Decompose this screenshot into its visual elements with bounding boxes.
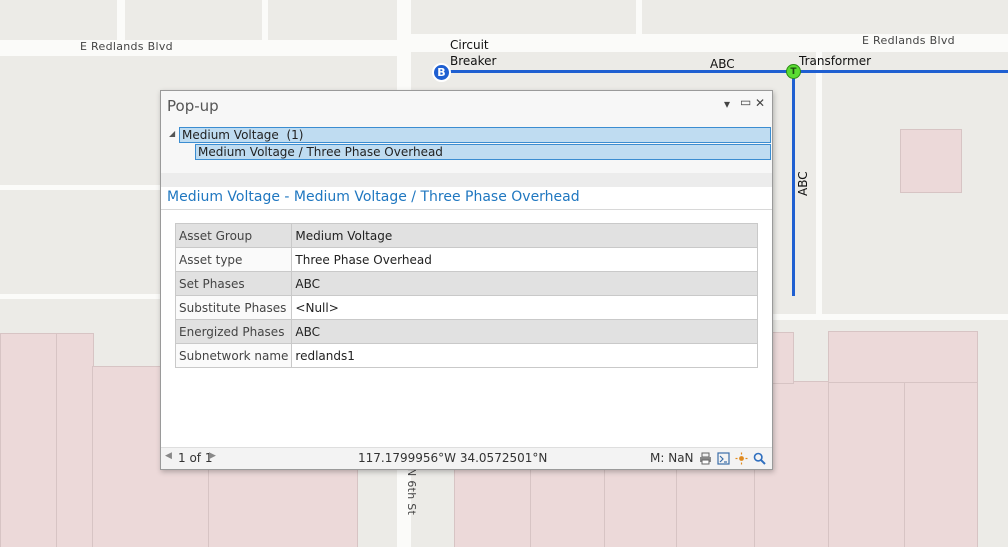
maximize-icon[interactable]: ▭ [740, 95, 751, 109]
popup-window: Pop-up ▾ ▭ ✕ ◢ Medium Voltage (1) Medium… [160, 90, 773, 470]
feature-title: Medium Voltage - Medium Voltage / Three … [167, 189, 580, 205]
medium-voltage-line[interactable] [792, 70, 795, 296]
field-value: ABC [291, 271, 758, 296]
parcel [904, 381, 978, 547]
parcel [828, 331, 978, 383]
circuit-breaker-icon[interactable]: B [432, 63, 451, 82]
field-value: <Null> [291, 295, 758, 320]
circuit-breaker-label: Circuit Breaker [450, 37, 496, 69]
title-divider [161, 209, 772, 210]
popup-title: Pop-up [167, 97, 219, 115]
road-minor [0, 185, 160, 190]
street-label: E Redlands Blvd [80, 40, 173, 53]
flash-feature-icon[interactable] [734, 451, 748, 465]
parcel [454, 466, 532, 547]
previous-arrow-icon[interactable]: ◀ [165, 451, 172, 461]
phase-label: ABC [796, 171, 810, 196]
parcel [900, 129, 962, 193]
next-arrow-icon[interactable]: ▶ [209, 451, 216, 461]
export-table-icon[interactable] [716, 451, 730, 465]
parcel [828, 381, 906, 547]
table-row: Substitute Phases <Null> [174, 295, 758, 320]
parcel [530, 466, 606, 547]
road-minor [262, 0, 268, 40]
m-value: M: NaN [650, 451, 694, 465]
table-row: Energized Phases ABC [174, 319, 758, 344]
field-value: ABC [291, 319, 758, 344]
zoom-to-icon[interactable] [752, 451, 766, 465]
table-row: Asset type Three Phase Overhead [174, 247, 758, 272]
field-name: Asset type [174, 247, 293, 272]
print-icon[interactable] [698, 451, 712, 465]
tree-layer-node[interactable]: Medium Voltage (1) [179, 127, 771, 143]
table-row: Subnetwork name redlands1 [174, 343, 758, 368]
field-name: Subnetwork name [174, 343, 293, 368]
parcel [56, 333, 94, 547]
table-row: Set Phases ABC [174, 271, 758, 296]
field-name: Energized Phases [174, 319, 293, 344]
field-name: Set Phases [174, 271, 293, 296]
field-name: Substitute Phases [174, 295, 293, 320]
parcel [0, 333, 58, 547]
field-value: redlands1 [291, 343, 758, 368]
road-minor [117, 0, 125, 40]
dropdown-icon[interactable]: ▾ [724, 97, 730, 111]
transformer-label: Transformer [799, 54, 872, 68]
circuit-breaker-label-line: Circuit [450, 38, 489, 52]
popup-titlebar[interactable]: Pop-up ▾ ▭ ✕ [161, 91, 772, 121]
attribute-table: Asset Group Medium Voltage Asset type Th… [174, 223, 758, 368]
road-minor [816, 52, 822, 317]
circuit-breaker-label-line: Breaker [450, 54, 497, 68]
tree-feature-node[interactable]: Medium Voltage / Three Phase Overhead [195, 144, 771, 160]
street-label: N 6th St [405, 468, 418, 516]
field-value: Three Phase Overhead [291, 247, 758, 272]
tree-separator [161, 173, 772, 187]
road-minor [636, 0, 642, 34]
road-minor [772, 314, 1008, 320]
phase-label: ABC [710, 57, 735, 71]
parcel [208, 466, 358, 547]
road-minor [0, 294, 160, 299]
street-label: E Redlands Blvd [862, 34, 955, 47]
close-icon[interactable]: ✕ [755, 96, 765, 110]
popup-status-bar: ◀ 1 of 1 ▶ 117.1799956°W 34.0572501°N M:… [161, 447, 772, 469]
field-value: Medium Voltage [291, 223, 758, 248]
road-redlands-west [0, 40, 398, 56]
collapse-triangle-icon[interactable]: ◢ [169, 129, 175, 138]
feature-tree: ◢ Medium Voltage (1) Medium Voltage / Th… [161, 121, 772, 173]
field-name: Asset Group [174, 223, 293, 248]
parcel [676, 466, 756, 547]
coordinate-readout: 117.1799956°W 34.0572501°N [358, 451, 548, 465]
parcel [604, 466, 678, 547]
page-count: 1 of 1 [178, 451, 213, 465]
table-row: Asset Group Medium Voltage [174, 223, 758, 248]
